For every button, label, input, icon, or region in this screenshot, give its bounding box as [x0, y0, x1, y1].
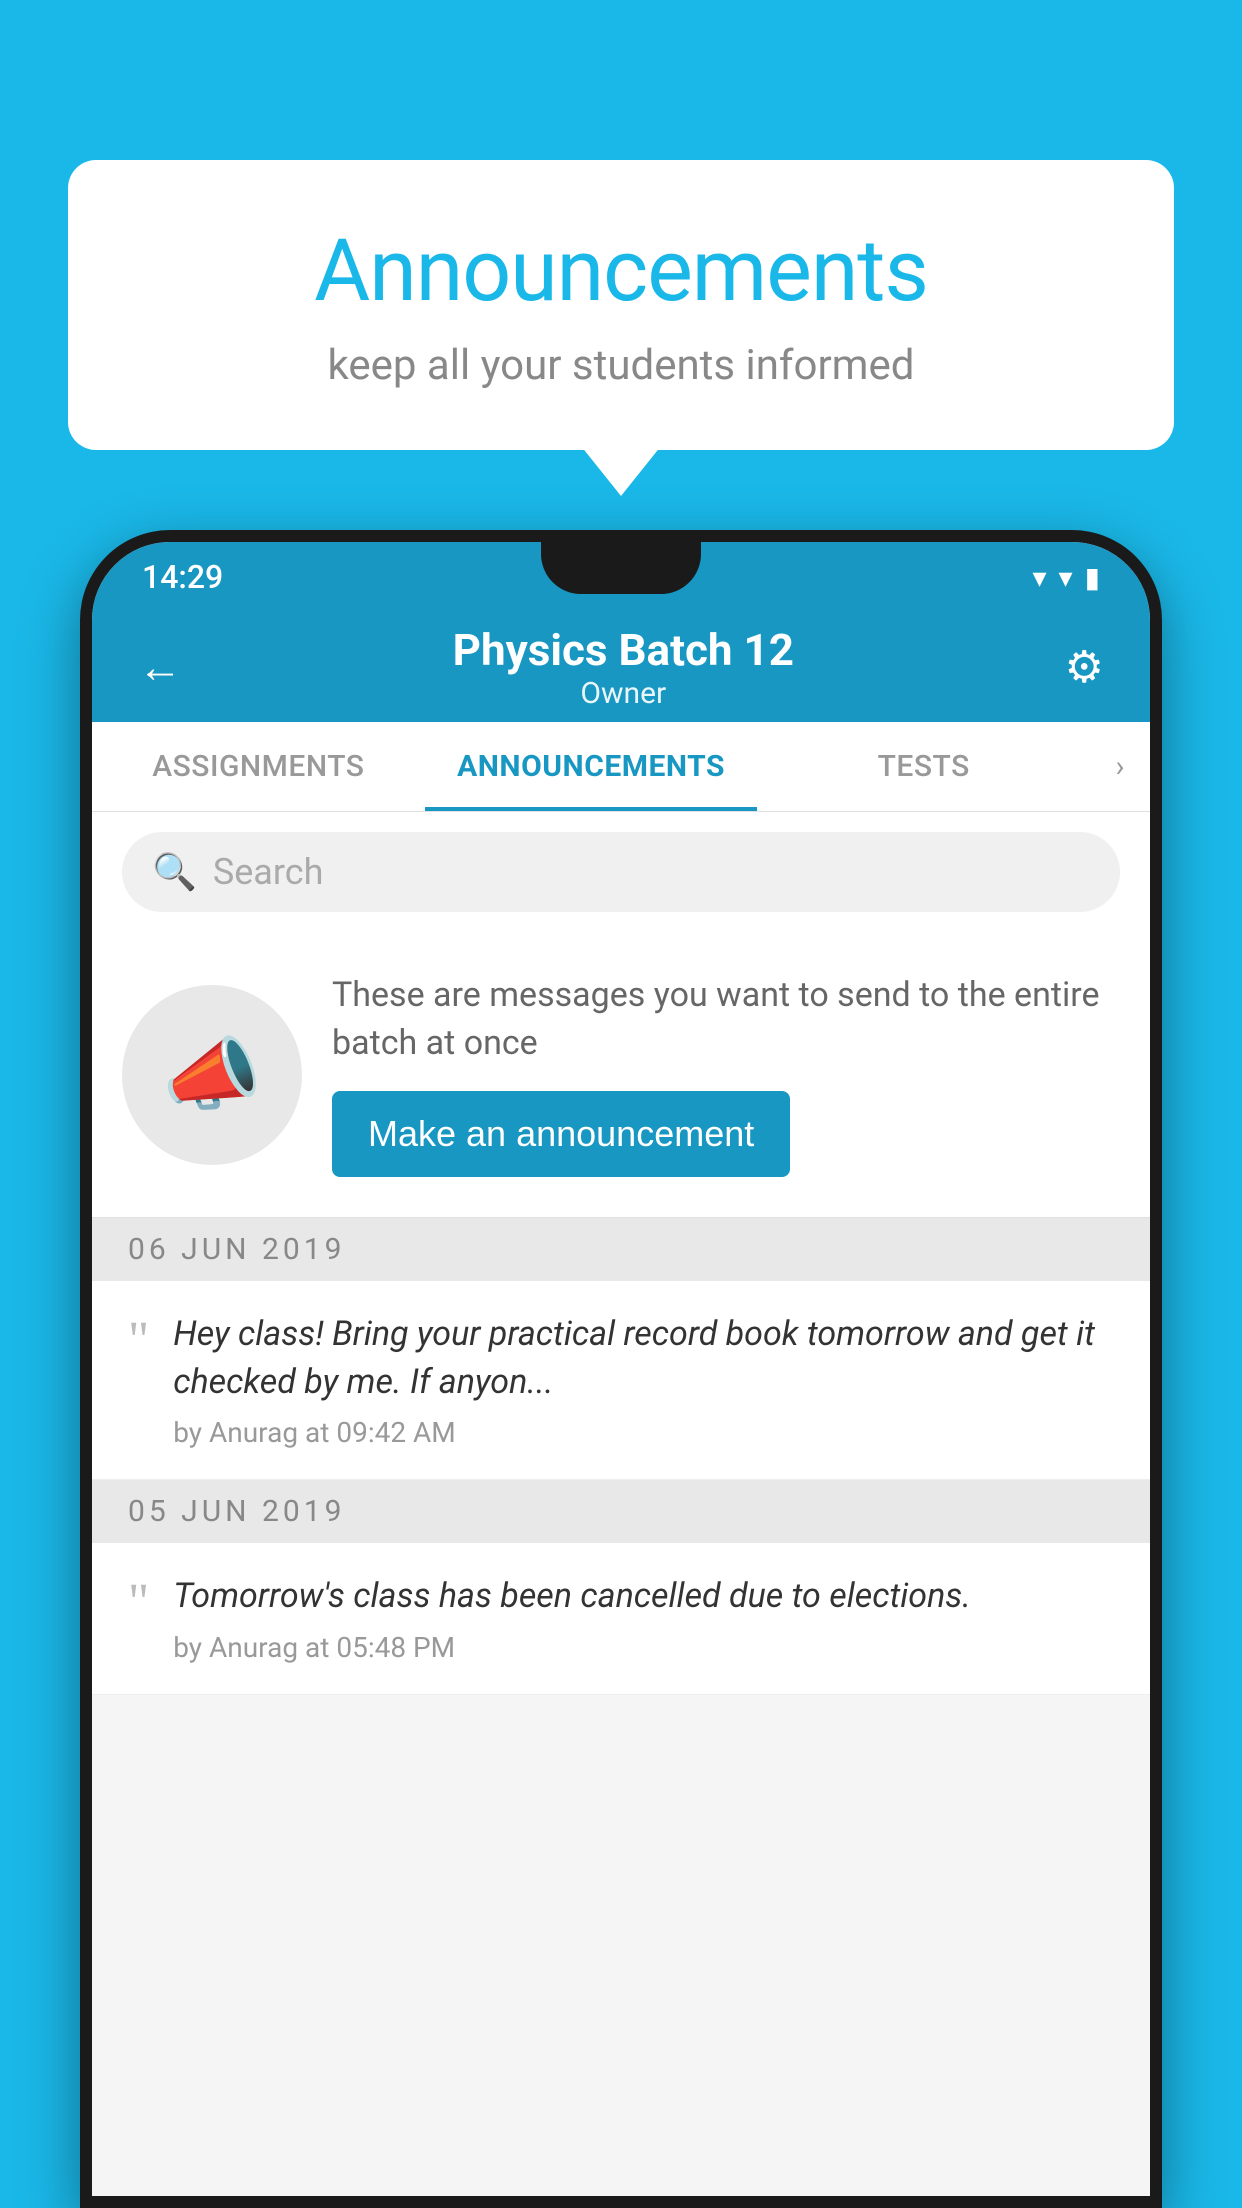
app-bar-title: Physics Batch 12: [192, 624, 1055, 676]
status-icons: ▾ ▾ ▮: [1032, 561, 1100, 594]
speech-bubble-title: Announcements: [148, 220, 1094, 321]
app-bar-subtitle: Owner: [192, 676, 1055, 711]
announcement-item-1[interactable]: " Hey class! Bring your practical record…: [92, 1281, 1150, 1480]
announcement-meta-2: by Anurag at 05:48 PM: [173, 1631, 1114, 1664]
tab-assignments[interactable]: ASSIGNMENTS: [92, 722, 425, 811]
announcement-text-2: Tomorrow's class has been cancelled due …: [173, 1573, 1114, 1621]
settings-button[interactable]: ⚙: [1055, 631, 1114, 703]
speech-bubble-container: Announcements keep all your students inf…: [68, 160, 1174, 450]
tab-announcements[interactable]: ANNOUNCEMENTS: [425, 722, 758, 811]
signal-icon: ▾: [1059, 561, 1073, 594]
date-separator-1: 06 JUN 2019: [92, 1218, 1150, 1281]
notch: [541, 542, 701, 594]
content-area: 🔍 Search 📣 These are messages you want t…: [92, 812, 1150, 1695]
phone-inner: 14:29 ▾ ▾ ▮ ← Physics Batch 12 Owner ⚙ A…: [92, 542, 1150, 2196]
phone-frame: 14:29 ▾ ▾ ▮ ← Physics Batch 12 Owner ⚙ A…: [80, 530, 1162, 2208]
app-bar: ← Physics Batch 12 Owner ⚙: [92, 612, 1150, 722]
megaphone-circle: 📣: [122, 985, 302, 1165]
quote-icon-2: ": [128, 1577, 149, 1664]
megaphone-icon: 📣: [162, 1028, 262, 1122]
search-bar-container: 🔍 Search: [92, 812, 1150, 932]
search-icon: 🔍: [152, 851, 197, 893]
announcement-text-1: Hey class! Bring your practical record b…: [173, 1311, 1114, 1406]
speech-bubble: Announcements keep all your students inf…: [68, 160, 1174, 450]
promo-content: These are messages you want to send to t…: [332, 972, 1120, 1177]
status-bar: 14:29 ▾ ▾ ▮: [92, 542, 1150, 612]
wifi-icon: ▾: [1032, 561, 1046, 594]
back-button[interactable]: ←: [128, 631, 192, 703]
tab-more[interactable]: ›: [1090, 749, 1150, 784]
promo-description: These are messages you want to send to t…: [332, 972, 1120, 1067]
tab-tests[interactable]: TESTS: [757, 722, 1090, 811]
tabs-container: ASSIGNMENTS ANNOUNCEMENTS TESTS ›: [92, 722, 1150, 812]
battery-icon: ▮: [1085, 561, 1100, 594]
announcement-item-2[interactable]: " Tomorrow's class has been cancelled du…: [92, 1543, 1150, 1695]
quote-icon-1: ": [128, 1315, 149, 1449]
make-announcement-button[interactable]: Make an announcement: [332, 1091, 790, 1177]
announcement-meta-1: by Anurag at 09:42 AM: [173, 1416, 1114, 1449]
announcement-content-1: Hey class! Bring your practical record b…: [173, 1311, 1114, 1449]
announcement-content-2: Tomorrow's class has been cancelled due …: [173, 1573, 1114, 1664]
date-separator-2: 05 JUN 2019: [92, 1480, 1150, 1543]
search-input-placeholder[interactable]: Search: [213, 851, 324, 893]
status-time: 14:29: [142, 558, 223, 596]
announcement-promo: 📣 These are messages you want to send to…: [92, 932, 1150, 1218]
search-bar[interactable]: 🔍 Search: [122, 832, 1120, 912]
speech-bubble-subtitle: keep all your students informed: [148, 341, 1094, 390]
app-bar-title-container: Physics Batch 12 Owner: [192, 624, 1055, 711]
